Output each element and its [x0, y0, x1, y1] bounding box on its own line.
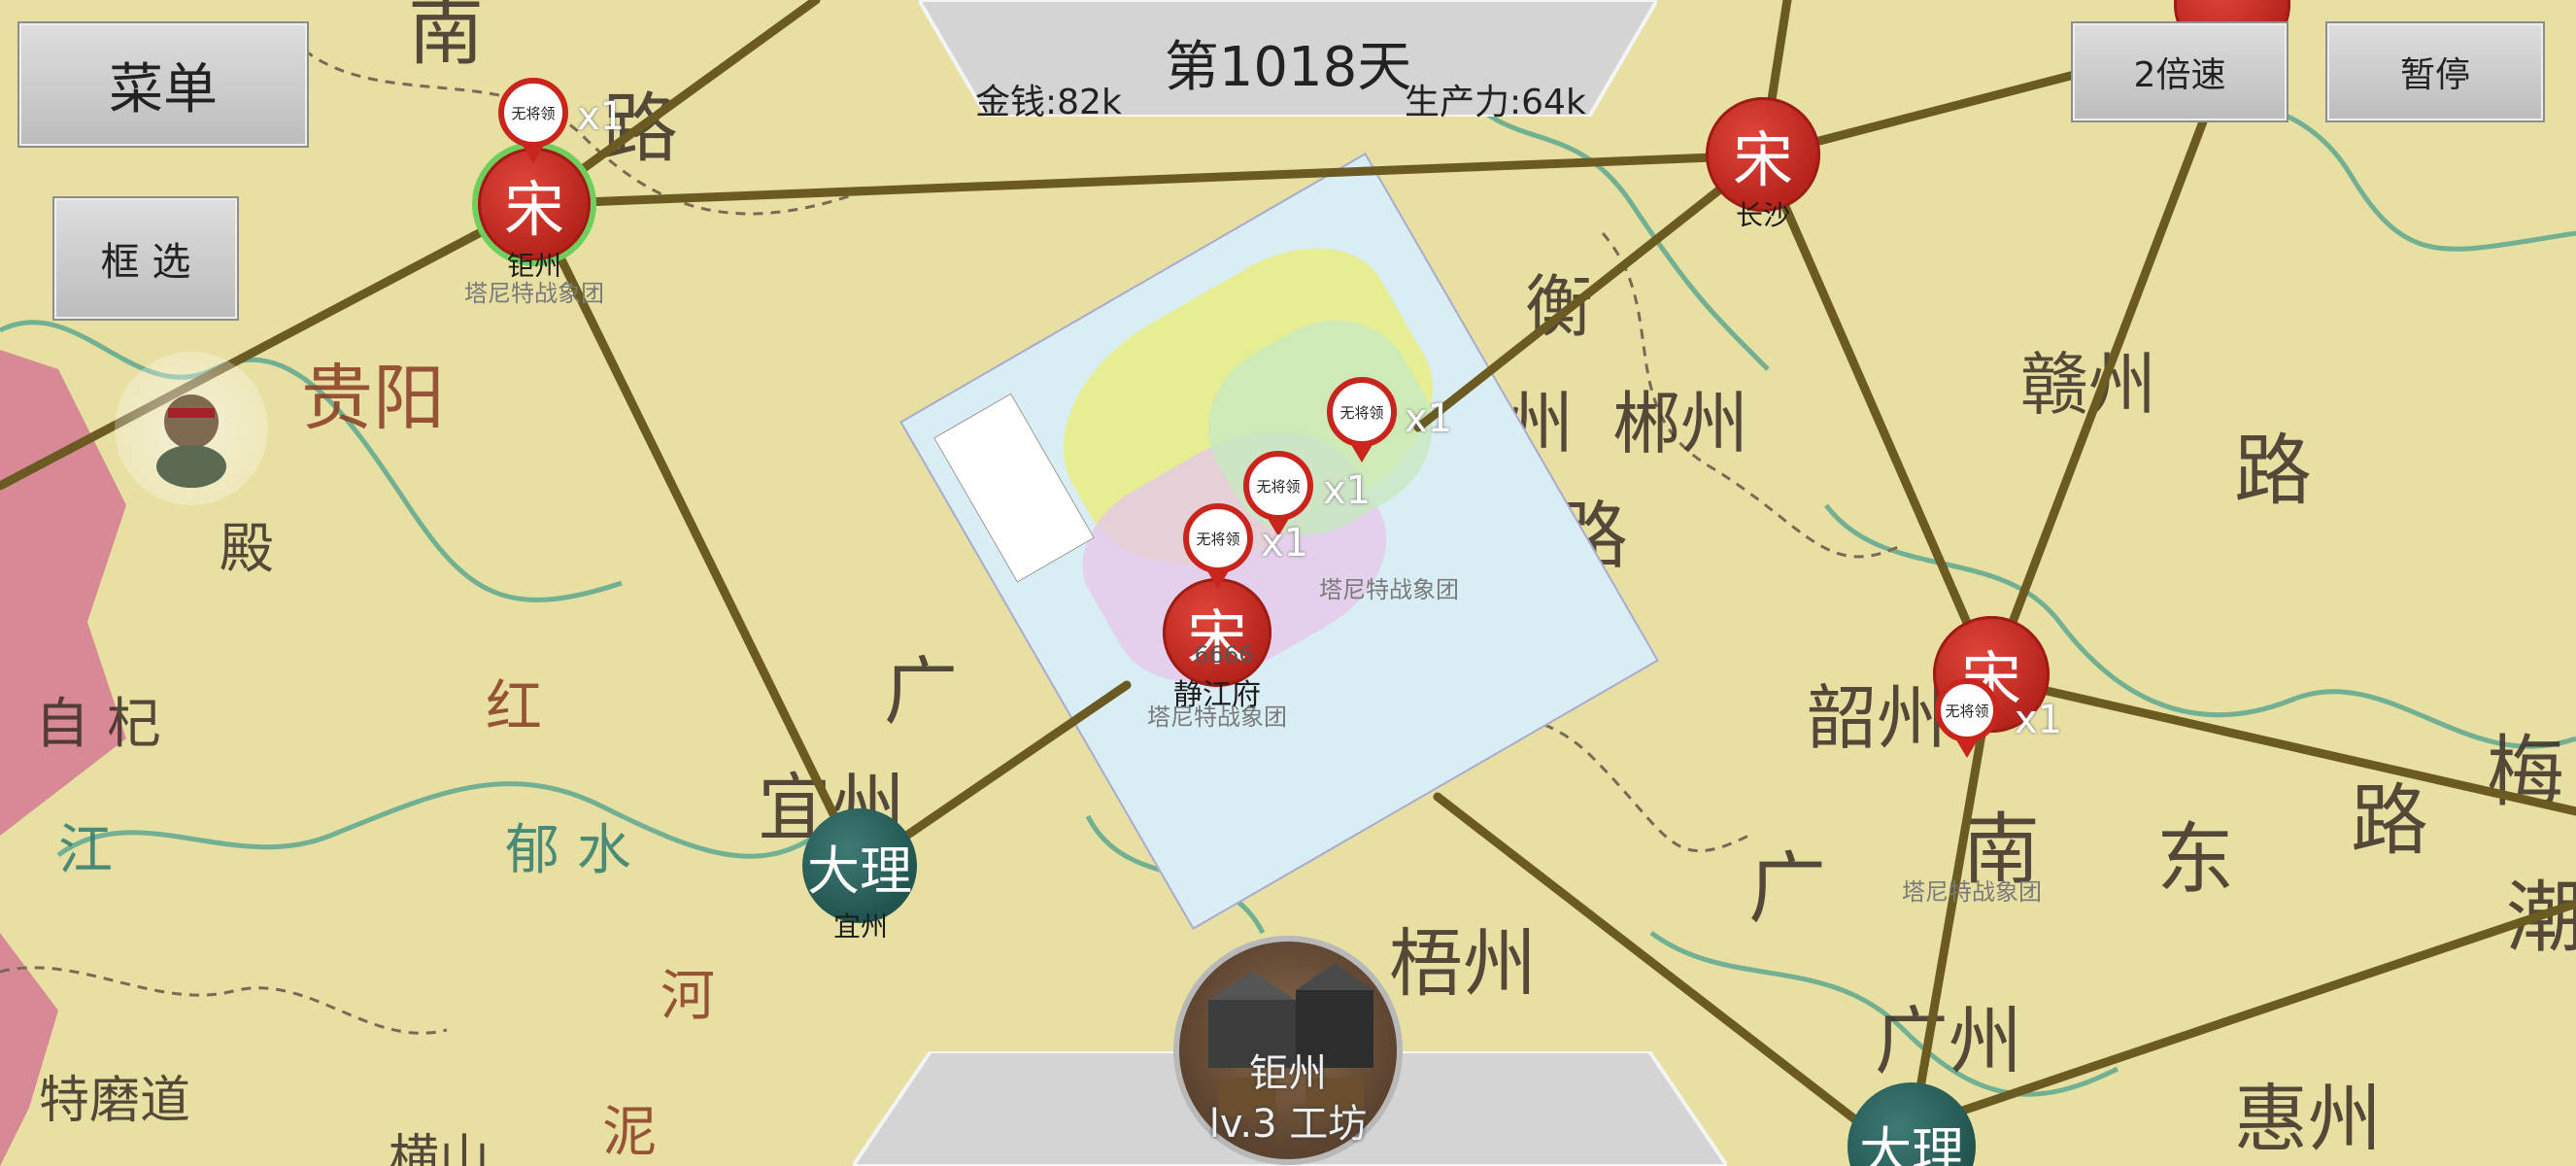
portrait-icon[interactable]: [115, 352, 268, 505]
general-portrait-icon: [156, 394, 226, 488]
army-pin[interactable]: 无将领: [498, 78, 568, 163]
army-pin[interactable]: 无将领: [1243, 451, 1313, 536]
corps-label: 塔尼特战象团: [1902, 878, 2042, 906]
corps-label: 塔尼特战象团: [464, 280, 604, 307]
top-status-panel: 第1018天 金钱:82k 生产力:64k: [919, 0, 1657, 122]
speed-button[interactable]: 2倍速: [2071, 21, 2288, 122]
box-select-button[interactable]: 框 选: [52, 196, 239, 321]
city-name: 长沙: [1735, 199, 1791, 231]
army-pin[interactable]: 无将领: [1327, 377, 1397, 463]
army-count: x1: [577, 94, 626, 139]
army-count: x1: [2015, 698, 2063, 742]
menu-button[interactable]: 菜单: [17, 21, 309, 148]
selected-city-name: 钜州: [1249, 1051, 1327, 1096]
corps-label: 塔尼特战象团: [1147, 703, 1287, 731]
productivity-label: 生产力:64k: [1405, 83, 1586, 122]
army-pin[interactable]: 无将领: [1183, 503, 1253, 589]
corps-label: 塔尼特战象团: [1319, 576, 1459, 603]
army-count: x1: [1405, 396, 1453, 441]
city-node-song[interactable]: 宋: [478, 148, 591, 260]
money-label: 金钱:82k: [975, 83, 1122, 122]
city-name: 宜州: [832, 910, 889, 943]
pause-button[interactable]: 暂停: [2325, 21, 2545, 122]
selected-building-label: lv.3 工坊: [1208, 1102, 1368, 1147]
army-pin[interactable]: 无将领: [1935, 678, 1999, 758]
army-count: x1: [1261, 521, 1309, 566]
game-map[interactable]: 南 路 贵阳 殿 自 杞 红 郁 水 江 河 特磨道 横山 宜州 广 永州 郴州…: [0, 0, 2576, 1166]
city-value: 6666: [1194, 641, 1254, 669]
army-count: x1: [1323, 468, 1372, 513]
